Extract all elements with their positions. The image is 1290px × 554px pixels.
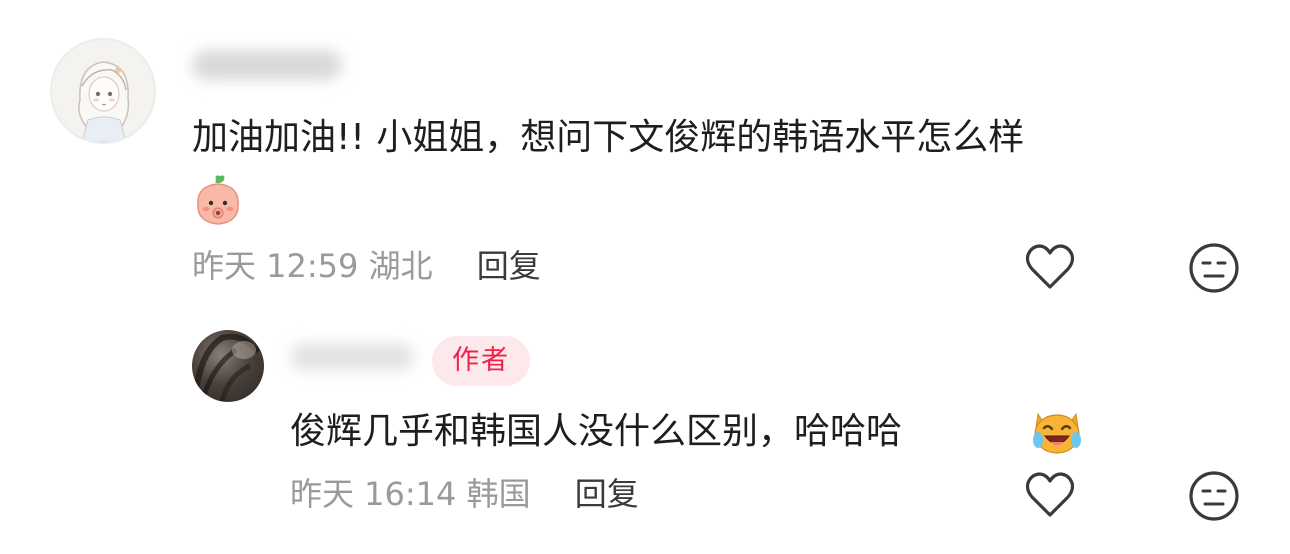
reply-button[interactable]: 回复 [575,475,639,513]
comment-location: 湖北 [368,247,433,285]
reply-meta: 昨天 16:14 韩国 回复 [290,474,639,514]
heart-outline-icon[interactable] [1024,242,1076,292]
reply-time: 昨天 16:14 [290,475,457,513]
comment-meta: 昨天 12:59 湖北 回复 [192,246,541,286]
sketch-girl-avatar-icon [52,40,154,142]
heart-outline-icon[interactable] [1024,470,1076,520]
meh-face-icon[interactable] [1188,470,1240,522]
meh-face-icon[interactable] [1188,242,1240,294]
reply-text: 俊辉几乎和韩国人没什么区别，哈哈哈 [290,411,903,452]
comment-thread: 加油加油!! 小姐姐，想问下文俊辉的韩语水平怎么样 昨天 12:59 湖北 回复 [0,0,1290,554]
author-badge: 作者 [432,336,530,386]
author-avatar[interactable] [192,330,264,402]
peach-emoji-icon [197,175,239,225]
commenter-avatar[interactable] [50,38,156,144]
reply-location: 韩国 [466,475,531,513]
dark-hair-avatar-icon [193,333,261,402]
comment-time: 昨天 12:59 [192,247,359,285]
comment-text: 加油加油!! 小姐姐，想问下文俊辉的韩语水平怎么样 [192,117,1025,158]
laughing-cat-emoji-icon [1033,412,1081,454]
commenter-username[interactable] [192,50,342,80]
author-username[interactable] [290,344,414,370]
reply-button[interactable]: 回复 [477,247,541,285]
